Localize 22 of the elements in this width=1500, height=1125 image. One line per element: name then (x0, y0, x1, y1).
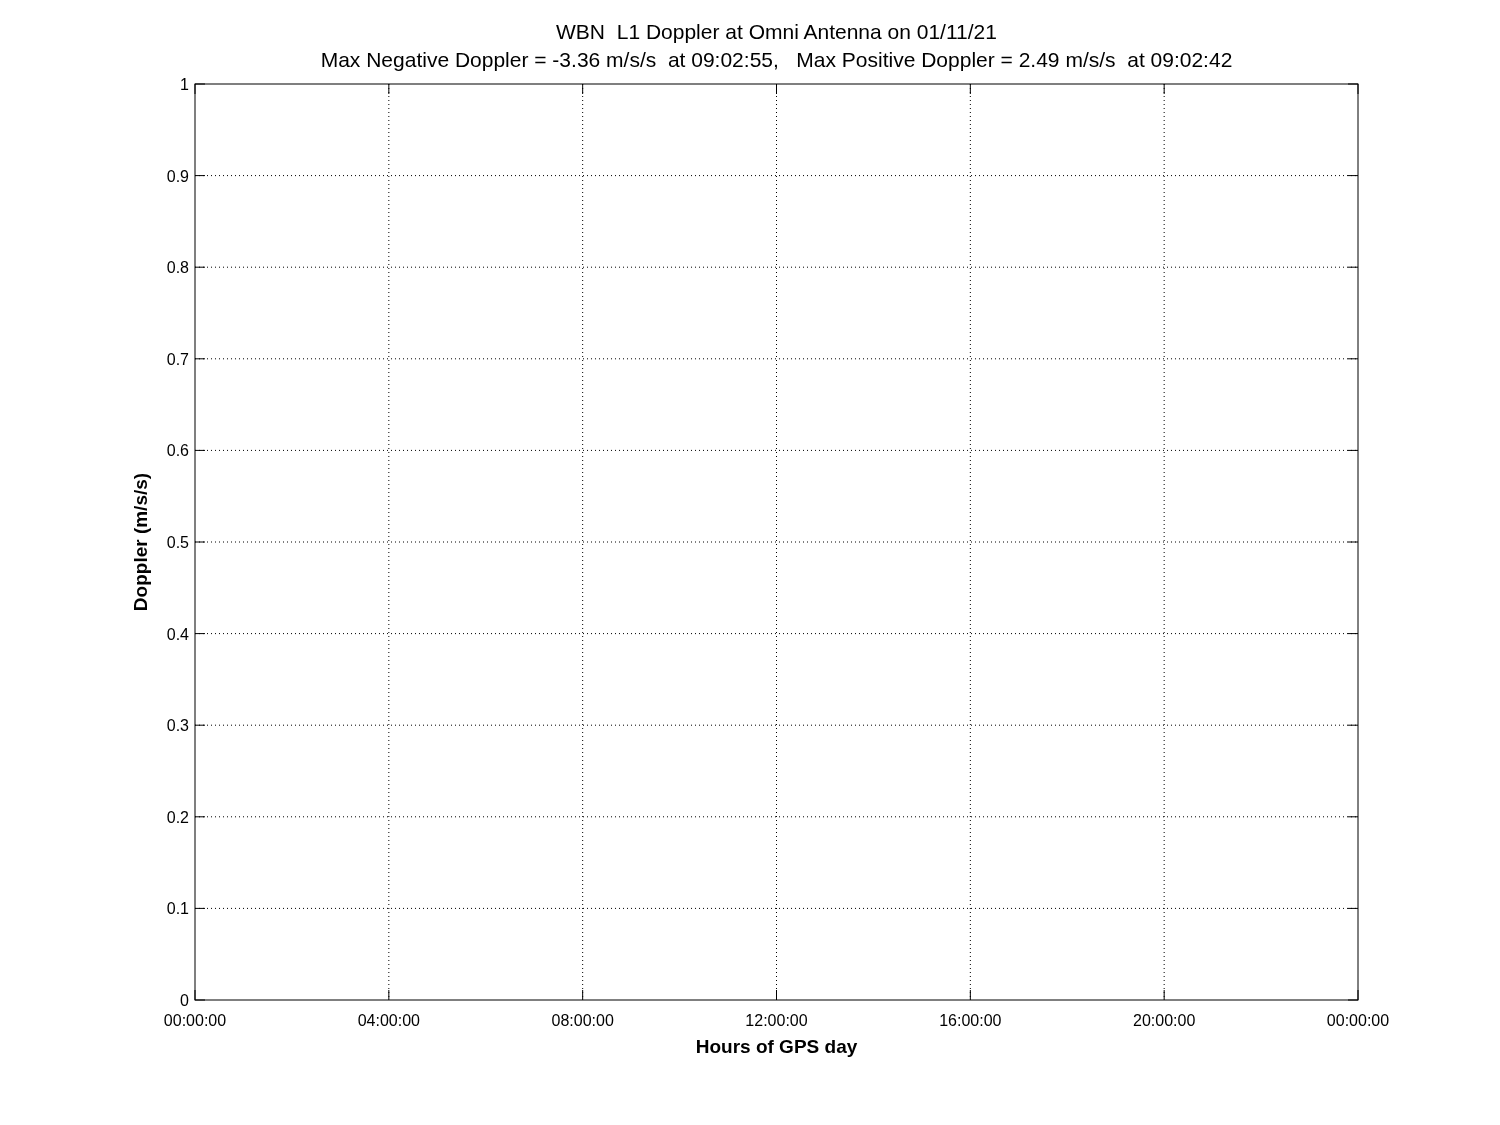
y-axis-label: Doppler (m/s/s) (130, 472, 151, 612)
axis-tick-label: 0.1 (166, 900, 189, 918)
axis-tick-label: 08:00:00 (551, 1012, 614, 1029)
axis-tick-label: 0.5 (166, 534, 189, 551)
axis-tick-label: 0.8 (166, 259, 189, 277)
axis-tick-label: 0 (180, 992, 189, 1009)
axis-tick-label: 0.6 (166, 442, 189, 460)
axis-tick-label: 0.2 (166, 808, 189, 826)
axis-tick-label: 0.4 (166, 625, 189, 643)
axis-tick-label: 04:00:00 (357, 1012, 420, 1029)
axis-tick-label: 0.3 (166, 717, 189, 735)
axis-tick-label: 00:00:00 (163, 1012, 227, 1029)
axis-tick-label: 1 (180, 76, 189, 93)
axis-tick-label: 12:00:00 (745, 1012, 808, 1029)
axis-tick-label: 16:00:00 (939, 1012, 1002, 1029)
axis-tick-label: 0.9 (166, 167, 189, 185)
chart-subtitle: Max Negative Doppler = -3.36 m/s/s at 09:02:55, Max Positive Doppler = 2.49 m/s/s at 09:02:42 (320, 48, 1233, 71)
axis-tick-label: 00:00:00 (1326, 1012, 1390, 1029)
axis-tick-label: 0.7 (166, 350, 189, 368)
x-axis-label: Hours of GPS day (695, 1036, 858, 1057)
axis-tick-label: 20:00:00 (1133, 1012, 1196, 1029)
chart-title: WBN L1 Doppler at Omni Antenna on 01/11/21 (556, 20, 997, 43)
